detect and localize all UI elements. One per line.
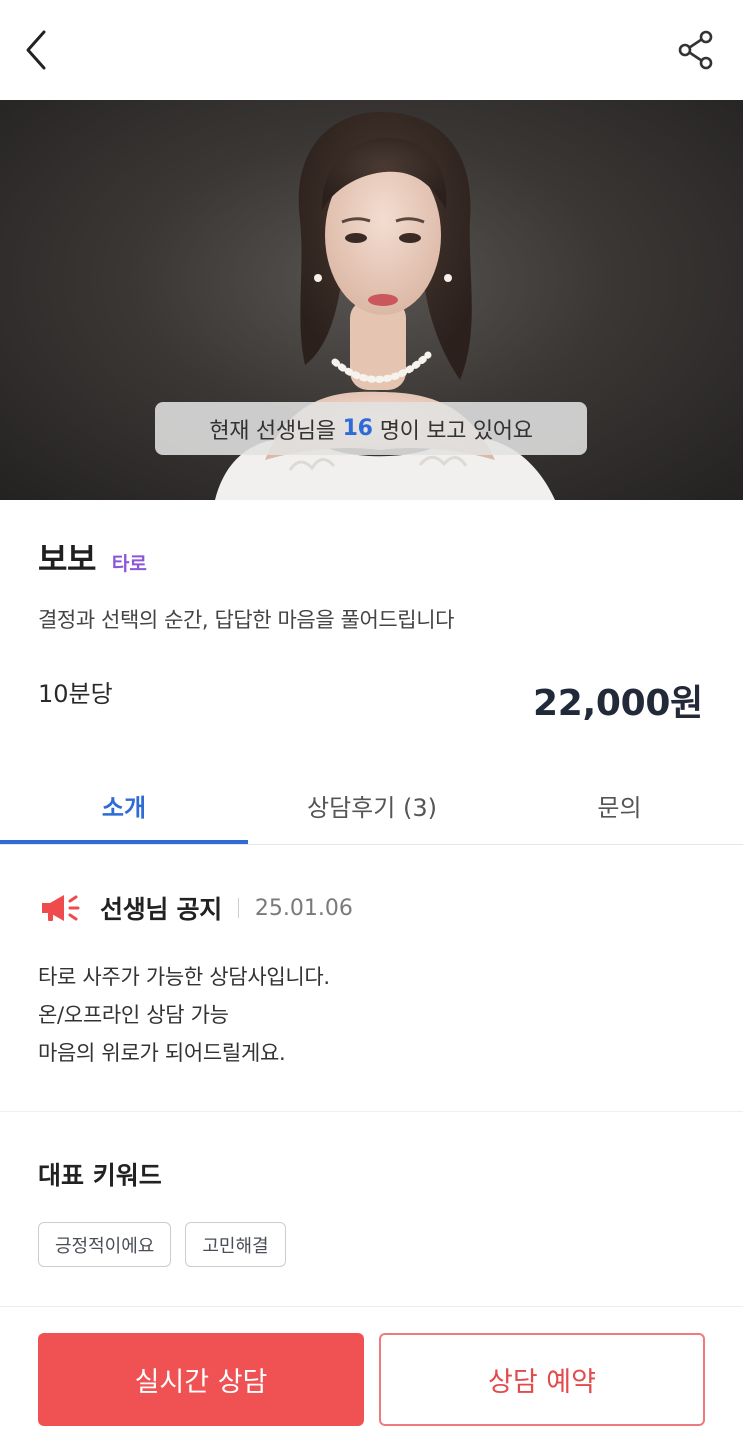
- profile-name-row: 보보 타로: [38, 534, 147, 580]
- share-button[interactable]: [674, 28, 718, 72]
- section-divider: [0, 1111, 743, 1112]
- back-button[interactable]: [18, 26, 58, 74]
- notice-line: 마음의 위로가 되어드릴게요.: [38, 1041, 286, 1065]
- notice-line: 온/오프라인 상담 가능: [38, 1003, 229, 1027]
- notice-line: 타로 사주가 가능한 상담사입니다.: [38, 965, 330, 989]
- notice-title: 선생님 공지: [100, 895, 222, 924]
- live-consult-button[interactable]: 실시간 상담: [38, 1333, 364, 1426]
- counselor-photo: 현재 선생님을 16 명이 보고 있어요: [0, 100, 743, 500]
- keywords-title: 대표 키워드: [38, 1161, 162, 1190]
- counselor-tagline: 결정과 선택의 순간, 답답한 마음을 풀어드립니다: [38, 608, 455, 632]
- tab-intro[interactable]: 소개: [0, 765, 248, 845]
- tab-inquiry[interactable]: 문의: [496, 765, 743, 845]
- category-label: 타로: [111, 553, 147, 575]
- notice-header: 선생님 공지 25.01.06: [38, 886, 353, 930]
- active-tab-indicator: [0, 840, 248, 844]
- keyword-chip[interactable]: 고민해결: [185, 1222, 286, 1267]
- viewers-prefix: 현재 선생님을: [209, 418, 336, 444]
- viewer-count-badge: 현재 선생님을 16 명이 보고 있어요: [155, 402, 587, 455]
- keyword-chip[interactable]: 긍정적이에요: [38, 1222, 172, 1267]
- chevron-left-icon: [26, 30, 46, 70]
- notice-body: 타로 사주가 가능한 상담사입니다. 온/오프라인 상담 가능 마음의 위로가 …: [38, 958, 330, 1072]
- tab-reviews[interactable]: 상담후기 (3): [248, 765, 496, 845]
- keyword-chips: 긍정적이에요 고민해결: [38, 1222, 286, 1267]
- notice-separator: [237, 898, 239, 918]
- tab-bar: 소개 상담후기 (3) 문의: [0, 765, 743, 845]
- price-value: 22,000원: [533, 683, 703, 724]
- megaphone-icon: [42, 895, 80, 921]
- share-icon: [678, 30, 713, 70]
- price-unit: 10분당: [38, 680, 113, 708]
- viewers-count: 16: [342, 416, 373, 441]
- reserve-consult-button[interactable]: 상담 예약: [379, 1333, 705, 1426]
- top-bar: [0, 0, 743, 100]
- notice-date: 25.01.06: [254, 895, 353, 921]
- counselor-name: 보보: [38, 540, 96, 578]
- viewers-suffix: 명이 보고 있어요: [379, 418, 533, 444]
